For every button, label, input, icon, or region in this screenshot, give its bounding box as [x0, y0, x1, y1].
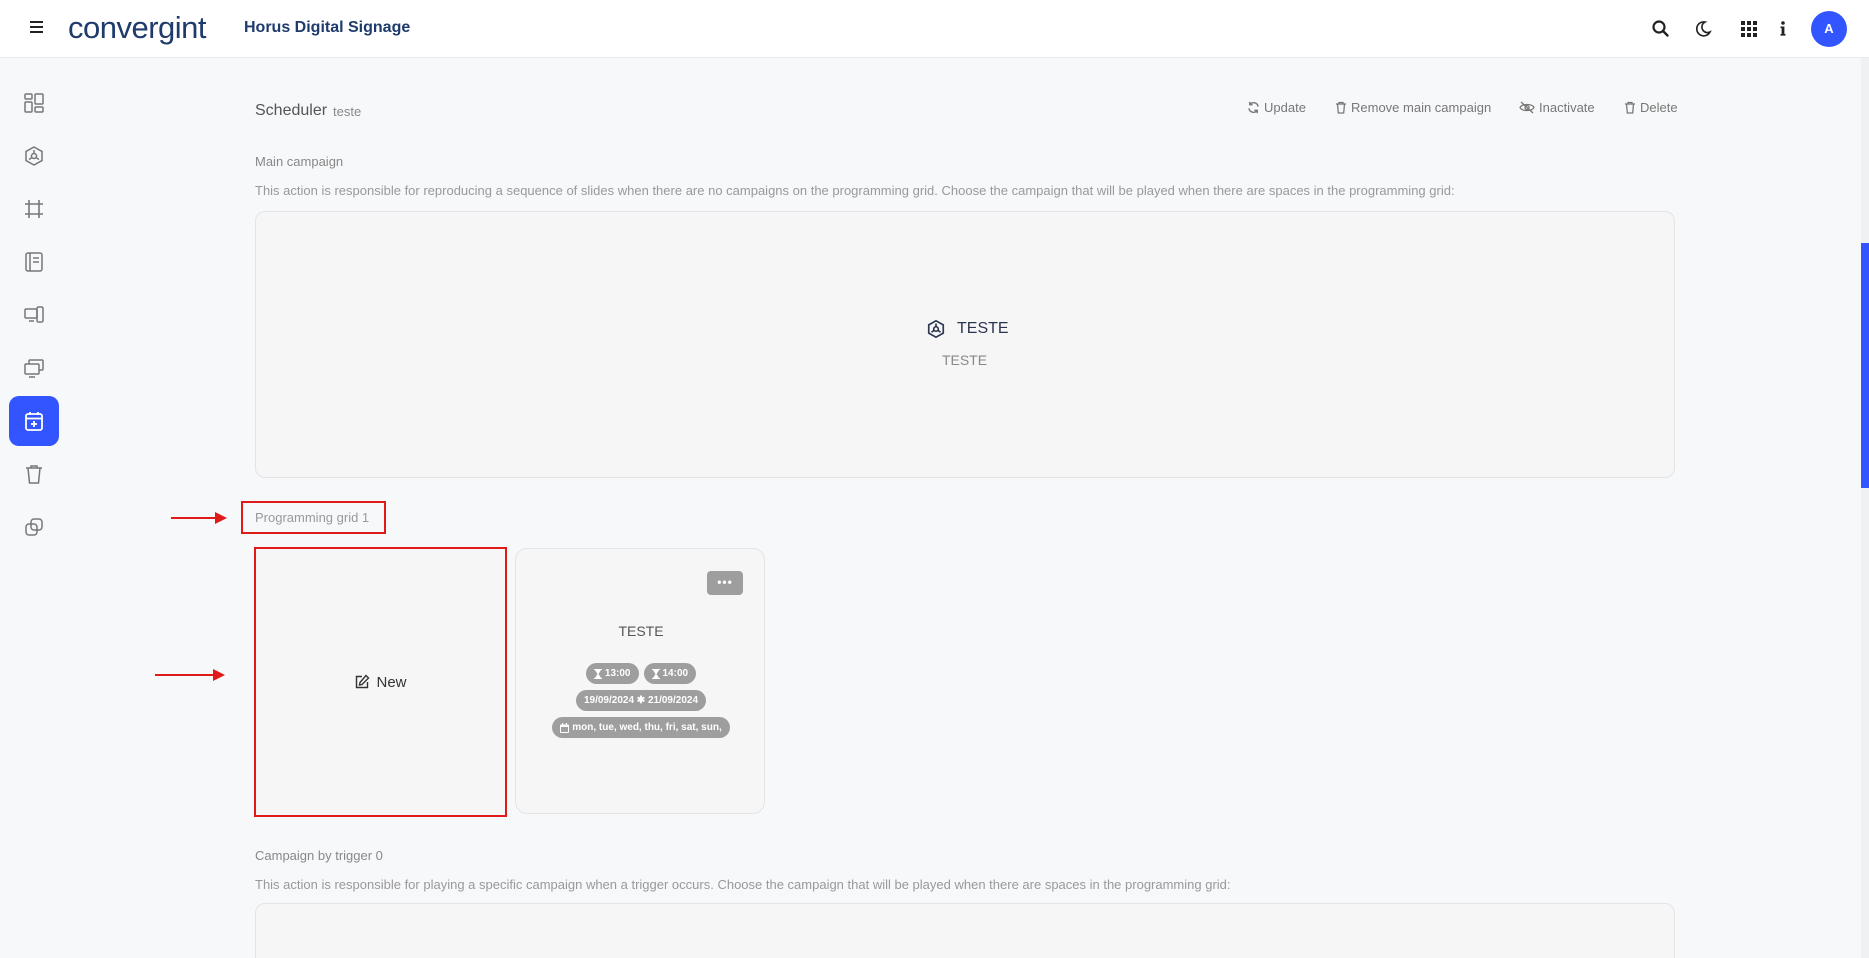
- new-label: New: [376, 673, 407, 691]
- app-title: Horus Digital Signage: [244, 19, 411, 36]
- sidebar-item-trash[interactable]: [9, 449, 59, 499]
- campaign-icon: [926, 319, 946, 339]
- date-range-badge: 19/09/2024 ✱ 21/09/2024: [575, 690, 707, 711]
- programming-card-title: TESTE: [618, 623, 664, 639]
- new-programming-button[interactable]: New: [254, 547, 507, 817]
- sidebar-item-content[interactable]: [9, 237, 59, 287]
- sidebar-item-screens[interactable]: [9, 343, 59, 393]
- frame-icon: [25, 200, 43, 218]
- update-label: Update: [1264, 100, 1306, 115]
- search-icon[interactable]: [1650, 18, 1672, 40]
- campaign-icon: [25, 146, 43, 166]
- start-time-badge: 13:00: [585, 663, 639, 684]
- trigger-label: Campaign by trigger 0: [255, 848, 383, 863]
- link-icon: [25, 518, 43, 536]
- sidebar-item-scheduler[interactable]: [9, 396, 59, 446]
- devices-icon: [24, 306, 44, 323]
- inactivate-button[interactable]: Inactivate: [1519, 100, 1595, 115]
- avatar[interactable]: A: [1811, 11, 1847, 47]
- apps-grid-icon[interactable]: [1738, 18, 1760, 40]
- dashboard-icon: [24, 93, 44, 113]
- main-campaign-description: This action is responsible for reproduci…: [255, 183, 1455, 198]
- trigger-campaign-box[interactable]: [255, 903, 1675, 958]
- logo-text: convergint: [68, 10, 207, 45]
- calendar-icon: [560, 722, 570, 733]
- hourglass-icon: [593, 668, 602, 679]
- sidebar-item-integrations[interactable]: [9, 502, 59, 552]
- trash-icon: [1336, 101, 1346, 114]
- card-menu-button[interactable]: •••: [707, 571, 743, 595]
- programming-card[interactable]: ••• TESTE 13:00 14:00 19/09/2024 ✱ 21/09…: [515, 548, 765, 814]
- refresh-icon: [1248, 101, 1259, 114]
- inactivate-label: Inactivate: [1539, 100, 1595, 115]
- main-campaign-name: TESTE: [957, 320, 1009, 337]
- main-campaign-subtitle: TESTE: [941, 352, 988, 368]
- dark-mode-icon[interactable]: [1692, 18, 1714, 40]
- end-time-badge: 14:00: [643, 663, 697, 684]
- calendar-plus-icon: [25, 412, 43, 431]
- menu-icon[interactable]: [26, 18, 46, 38]
- days-label: mon, tue, wed, thu, fri, sat, sun,: [572, 722, 722, 733]
- sidebar-item-devices[interactable]: [9, 290, 59, 340]
- start-time: 13:00: [604, 668, 631, 679]
- hourglass-icon: [651, 668, 660, 679]
- scrollbar-track[interactable]: [1861, 58, 1869, 958]
- days-badge: mon, tue, wed, thu, fri, sat, sun,: [552, 717, 730, 738]
- edit-icon: [356, 674, 370, 689]
- remove-main-campaign-label: Remove main campaign: [1351, 100, 1492, 115]
- remove-main-campaign-button[interactable]: Remove main campaign: [1335, 100, 1491, 115]
- update-button[interactable]: Update: [1247, 100, 1306, 115]
- notebook-icon: [25, 252, 43, 272]
- sidebar: [0, 58, 70, 958]
- trash-icon: [26, 465, 42, 484]
- trigger-description: This action is responsible for playing a…: [255, 877, 1231, 892]
- trash-icon: [1625, 101, 1635, 114]
- sidebar-item-campaigns[interactable]: [9, 131, 59, 181]
- annotation-arrow: [171, 512, 227, 524]
- sidebar-item-dashboard[interactable]: [9, 78, 59, 128]
- top-bar: convergint Horus Digital Signage A: [0, 0, 1869, 58]
- main-campaign-box[interactable]: [255, 211, 1675, 478]
- main-campaign-label: Main campaign: [255, 154, 344, 169]
- scheduler-name: teste: [333, 104, 362, 119]
- eye-slash-icon: [1519, 101, 1535, 114]
- end-time: 14:00: [662, 668, 689, 679]
- logo: convergint: [68, 10, 207, 46]
- annotation-arrow: [155, 669, 225, 681]
- programming-grid-label: Programming grid 1: [255, 510, 370, 525]
- scheduler-title: Scheduler: [255, 102, 328, 119]
- sidebar-item-layouts[interactable]: [9, 184, 59, 234]
- delete-button[interactable]: Delete: [1624, 100, 1678, 115]
- delete-label: Delete: [1640, 100, 1678, 115]
- info-icon[interactable]: [1772, 18, 1794, 40]
